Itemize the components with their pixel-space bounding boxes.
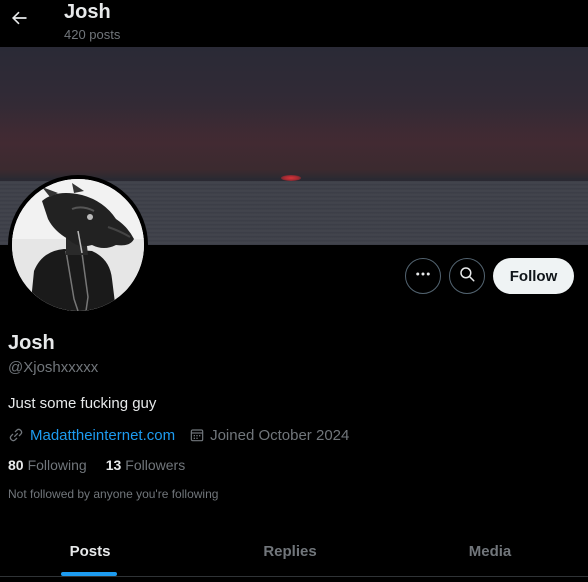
more-dots-icon: [414, 265, 432, 288]
profile-meta-row: Madattheinternet.com Joined October 2024: [8, 425, 349, 445]
profile-tabs: Posts Replies Media: [0, 527, 588, 582]
website-item: Madattheinternet.com: [8, 427, 175, 444]
website-link[interactable]: Madattheinternet.com: [30, 427, 175, 444]
header-posts-count: 420 posts: [64, 27, 121, 42]
user-handle: @Xjoshxxxxx: [8, 359, 99, 376]
header-profile-name: Josh: [64, 1, 111, 23]
follow-button[interactable]: Follow: [493, 258, 574, 294]
tab-replies[interactable]: Replies: [200, 527, 380, 575]
back-button[interactable]: [2, 3, 36, 37]
more-options-button[interactable]: [405, 258, 441, 294]
avatar[interactable]: [8, 175, 148, 315]
following-count: 80: [8, 457, 24, 473]
profile-header: Josh 420 posts: [0, 0, 588, 47]
link-icon: [8, 427, 24, 443]
followers-count: 13: [105, 457, 122, 473]
search-icon: [458, 265, 476, 288]
search-posts-button[interactable]: [449, 258, 485, 294]
followers-link[interactable]: 13 Followers: [106, 457, 185, 473]
calendar-icon: [189, 427, 205, 443]
arrow-left-icon: [9, 8, 29, 33]
joined-date: Joined October 2024: [210, 426, 350, 444]
tab-posts[interactable]: Posts: [0, 527, 180, 575]
profile-page: Josh 420 posts Follow Josh @Xjoshxxxxx J…: [0, 0, 588, 582]
following-link[interactable]: 80 Following: [8, 457, 87, 473]
joined-item: Joined October 2024: [189, 427, 349, 444]
followers-label: Followers: [125, 457, 186, 473]
profile-bio: Just some fucking guy: [8, 395, 157, 412]
following-label: Following: [27, 457, 87, 473]
follow-stats: 80 Following 13 Followers: [8, 457, 185, 473]
tabs-divider: [0, 576, 588, 577]
display-name: Josh: [8, 332, 55, 354]
not-followed-note: Not followed by anyone you're following: [8, 487, 219, 501]
tab-media[interactable]: Media: [400, 527, 580, 575]
